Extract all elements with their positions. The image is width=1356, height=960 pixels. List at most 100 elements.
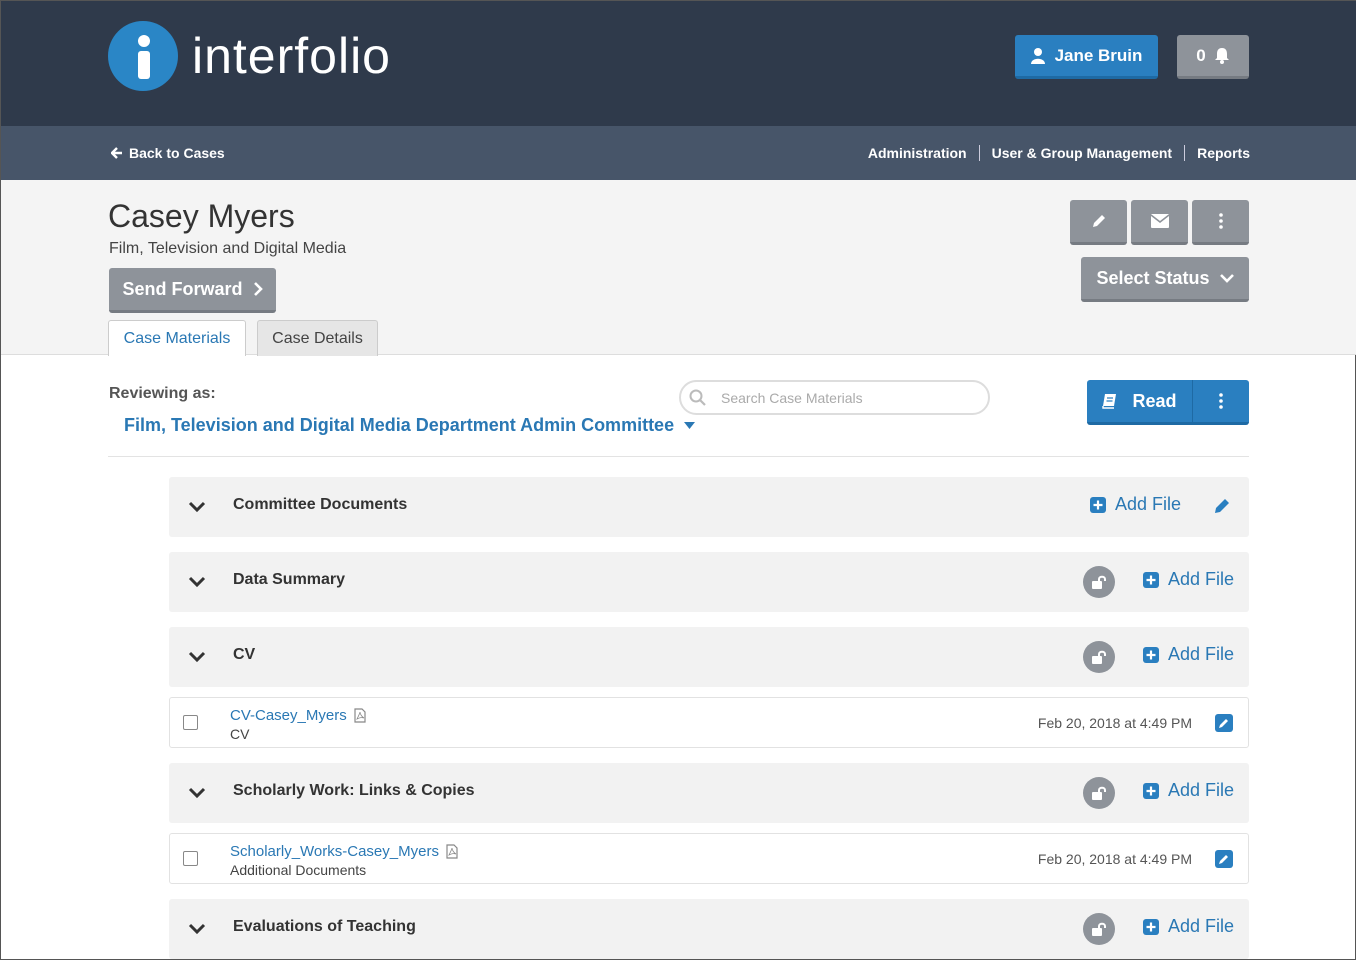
send-forward-label: Send Forward bbox=[122, 278, 243, 299]
divider bbox=[108, 456, 1249, 457]
edit-file-icon[interactable] bbox=[1215, 714, 1233, 732]
edit-file-icon[interactable] bbox=[1215, 850, 1233, 868]
file-name: CV-Casey_Myers bbox=[230, 707, 347, 724]
add-file-button[interactable]: Add File bbox=[1143, 569, 1234, 590]
case-department: Film, Television and Digital Media bbox=[109, 240, 347, 257]
back-label: Back to Cases bbox=[129, 145, 225, 161]
file-row: Scholarly_Works-Casey_Myers Additional D… bbox=[169, 833, 1249, 884]
pencil-icon bbox=[1092, 215, 1105, 227]
search-case-materials[interactable]: Search Case Materials bbox=[679, 380, 990, 415]
section-committee-documents: Committee Documents Add File bbox=[169, 477, 1249, 537]
section-scholarly-work: Scholarly Work: Links & Copies Add File bbox=[169, 763, 1249, 823]
nav-link-user-group-management[interactable]: User & Group Management bbox=[978, 145, 1184, 161]
file-name-link[interactable]: Scholarly_Works-Casey_Myers bbox=[230, 843, 458, 860]
committee-selector[interactable]: Film, Television and Digital Media Depar… bbox=[124, 415, 696, 436]
vertical-ellipsis-icon bbox=[1218, 213, 1223, 229]
file-date: Feb 20, 2018 at 4:49 PM bbox=[1037, 715, 1192, 731]
user-name: Jane Bruin bbox=[1054, 45, 1143, 65]
nav-link-administration[interactable]: Administration bbox=[856, 145, 979, 161]
file-name-link[interactable]: CV-Casey_Myers bbox=[230, 707, 366, 724]
edit-case-button[interactable] bbox=[1070, 200, 1127, 245]
section-evaluations-of-teaching: Evaluations of Teaching Add File bbox=[169, 899, 1249, 959]
chevron-down-icon[interactable] bbox=[187, 783, 207, 803]
section-title: CV bbox=[233, 646, 256, 663]
unlock-icon[interactable] bbox=[1083, 566, 1115, 598]
user-icon bbox=[1030, 47, 1045, 64]
vertical-ellipsis-icon bbox=[1219, 393, 1223, 409]
file-row: CV-Casey_Myers CV Feb 20, 2018 at 4:49 P… bbox=[169, 697, 1249, 748]
plus-square-icon bbox=[1143, 571, 1159, 588]
read-more-options-button[interactable] bbox=[1193, 380, 1249, 422]
unlock-icon[interactable] bbox=[1083, 777, 1115, 809]
notification-count: 0 bbox=[1196, 45, 1206, 65]
chevron-down-icon[interactable] bbox=[187, 919, 207, 939]
envelope-icon bbox=[1150, 214, 1169, 228]
back-to-cases-link[interactable]: Back to Cases bbox=[111, 145, 225, 161]
plus-square-icon bbox=[1143, 646, 1159, 663]
case-more-options-button[interactable] bbox=[1192, 200, 1249, 245]
section-cv: CV Add File bbox=[169, 627, 1249, 687]
select-status-dropdown[interactable]: Select Status bbox=[1081, 257, 1249, 302]
chevron-down-icon[interactable] bbox=[187, 497, 207, 517]
section-title: Evaluations of Teaching bbox=[233, 918, 416, 935]
file-checkbox[interactable] bbox=[183, 715, 198, 730]
pencil-icon[interactable] bbox=[1213, 497, 1231, 515]
caret-down-icon bbox=[684, 422, 696, 429]
unlock-icon[interactable] bbox=[1083, 641, 1115, 673]
section-title: Scholarly Work: Links & Copies bbox=[233, 782, 475, 799]
nav-link-reports[interactable]: Reports bbox=[1184, 145, 1250, 161]
email-case-button[interactable] bbox=[1131, 200, 1188, 245]
file-checkbox[interactable] bbox=[183, 851, 198, 866]
logo-text: interfolio bbox=[192, 28, 391, 84]
plus-square-icon bbox=[1090, 496, 1106, 513]
send-forward-button[interactable]: Send Forward bbox=[109, 268, 276, 313]
logo-icon bbox=[108, 21, 178, 91]
section-title: Data Summary bbox=[233, 571, 346, 588]
pdf-file-icon bbox=[354, 708, 366, 723]
case-header: Casey Myers Film, Television and Digital… bbox=[1, 180, 1356, 356]
tab-case-details[interactable]: Case Details bbox=[257, 320, 378, 356]
sub-navigation: Back to Cases Administration User & Grou… bbox=[1, 126, 1356, 180]
add-file-label: Add File bbox=[1168, 916, 1235, 936]
chevron-down-icon[interactable] bbox=[187, 647, 207, 667]
file-type: Additional Documents bbox=[230, 862, 367, 878]
top-header: interfolio Jane Bruin 0 bbox=[1, 1, 1356, 126]
select-status-label: Select Status bbox=[1096, 267, 1210, 288]
read-label: Read bbox=[1132, 390, 1177, 411]
book-icon bbox=[1102, 394, 1117, 409]
plus-square-icon bbox=[1143, 918, 1159, 935]
file-type: CV bbox=[230, 726, 250, 742]
chevron-down-icon[interactable] bbox=[187, 572, 207, 592]
notifications-button[interactable]: 0 bbox=[1177, 35, 1249, 79]
case-title: Casey Myers bbox=[108, 198, 295, 234]
bell-icon bbox=[1214, 48, 1229, 64]
add-file-label: Add File bbox=[1168, 569, 1235, 589]
file-date: Feb 20, 2018 at 4:49 PM bbox=[1037, 851, 1192, 867]
reviewing-as-label: Reviewing as: bbox=[109, 385, 216, 402]
file-name: Scholarly_Works-Casey_Myers bbox=[230, 843, 439, 860]
read-button[interactable]: Read bbox=[1087, 380, 1193, 422]
user-menu-button[interactable]: Jane Bruin bbox=[1015, 35, 1158, 79]
add-file-button[interactable]: Add File bbox=[1143, 780, 1234, 801]
section-data-summary: Data Summary Add File bbox=[169, 552, 1249, 612]
unlock-icon[interactable] bbox=[1083, 913, 1115, 945]
committee-name: Film, Television and Digital Media Depar… bbox=[124, 415, 675, 435]
section-title: Committee Documents bbox=[233, 496, 408, 513]
admin-nav-links: Administration User & Group Management R… bbox=[856, 145, 1250, 161]
chevron-right-icon bbox=[253, 282, 263, 296]
search-placeholder: Search Case Materials bbox=[721, 389, 863, 406]
add-file-label: Add File bbox=[1168, 780, 1235, 800]
interfolio-logo[interactable]: interfolio bbox=[108, 21, 391, 91]
read-button-group: Read bbox=[1087, 380, 1249, 425]
add-file-label: Add File bbox=[1115, 494, 1182, 514]
search-icon bbox=[689, 389, 706, 406]
arrow-left-icon bbox=[111, 147, 122, 159]
add-file-label: Add File bbox=[1168, 644, 1235, 664]
pdf-file-icon bbox=[446, 844, 458, 859]
tab-case-materials[interactable]: Case Materials bbox=[108, 320, 246, 356]
plus-square-icon bbox=[1143, 782, 1159, 799]
add-file-button[interactable]: Add File bbox=[1090, 494, 1181, 515]
chevron-down-icon bbox=[1219, 274, 1234, 283]
add-file-button[interactable]: Add File bbox=[1143, 644, 1234, 665]
add-file-button[interactable]: Add File bbox=[1143, 916, 1234, 937]
